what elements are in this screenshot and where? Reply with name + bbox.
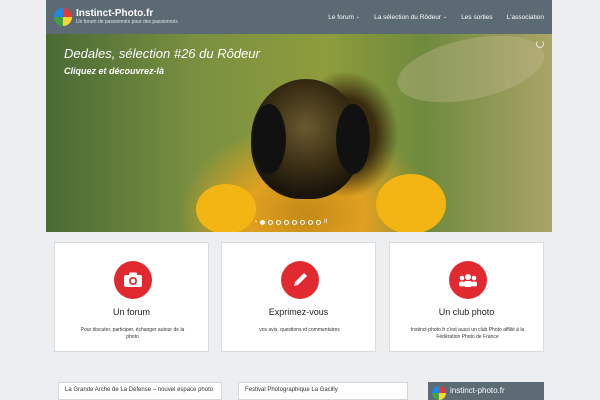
sidebar-widget[interactable]: instinct-photo.fr bbox=[428, 382, 544, 400]
brand-tagline: Un forum de passionnés pour des passionn… bbox=[76, 19, 178, 25]
hero-subtitle[interactable]: Cliquez et découvrez-là bbox=[64, 66, 164, 76]
post-card[interactable]: Festival Photographique La Gacilly bbox=[238, 382, 408, 400]
nav-item-forum[interactable]: Le forum ⌄ bbox=[328, 14, 360, 21]
slider-dot[interactable] bbox=[260, 219, 265, 225]
slider-pause-icon[interactable]: II bbox=[324, 219, 327, 225]
hero-slider[interactable]: Dedales, sélection #26 du Rôdeur Cliquez… bbox=[46, 34, 552, 232]
slider-prev-icon[interactable]: › bbox=[255, 219, 257, 225]
group-icon bbox=[449, 261, 487, 299]
camera-icon bbox=[114, 261, 152, 299]
main-nav: Le forum ⌄ La sélection du Rôdeur ⌄ Les so… bbox=[328, 14, 544, 21]
site-header: Instinct-Photo.fr Un forum de passionnés… bbox=[46, 0, 552, 34]
slider-dot[interactable] bbox=[316, 219, 321, 225]
hero-title[interactable]: Dedales, sélection #26 du Rôdeur bbox=[64, 46, 260, 61]
feature-card-express[interactable]: Exprimez-vous vos avis, questions et com… bbox=[221, 242, 376, 352]
chevron-down-icon: ⌄ bbox=[442, 14, 448, 20]
slider-dot[interactable] bbox=[268, 219, 273, 225]
hero-image-eye bbox=[336, 104, 370, 174]
feature-title: Un forum bbox=[112, 307, 150, 317]
slider-dot[interactable] bbox=[276, 219, 281, 225]
hero-image-wing bbox=[391, 34, 551, 114]
logo-icon bbox=[54, 8, 72, 26]
hero-image-pollen bbox=[376, 174, 446, 232]
slider-dot[interactable] bbox=[300, 219, 305, 225]
slider-dot[interactable] bbox=[284, 219, 289, 225]
feature-title: Exprimez-vous bbox=[268, 307, 329, 317]
slider-dot[interactable] bbox=[308, 219, 313, 225]
post-title[interactable]: La Grande Arche de La Défense – nouvel e… bbox=[65, 387, 213, 393]
feature-card-forum[interactable]: Un forum Pour discuter, participer, écha… bbox=[54, 242, 209, 352]
features-section: Un forum Pour discuter, participer, écha… bbox=[46, 232, 552, 352]
nav-item-sorties[interactable]: Les sorties bbox=[461, 14, 492, 21]
loading-icon bbox=[536, 40, 544, 48]
hero-image-eye bbox=[252, 104, 286, 174]
hero-image-pollen bbox=[196, 184, 256, 232]
slider-controls: › II bbox=[255, 219, 327, 225]
feature-title: Un club photo bbox=[438, 307, 495, 317]
chevron-down-icon: ⌄ bbox=[355, 14, 361, 20]
logo-icon bbox=[432, 386, 446, 400]
site-logo[interactable]: Instinct-Photo.fr Un forum de passionnés… bbox=[54, 8, 178, 26]
post-title[interactable]: Festival Photographique La Gacilly bbox=[245, 387, 338, 393]
slider-dot[interactable] bbox=[292, 219, 297, 225]
brand-title[interactable]: Instinct-Photo.fr bbox=[76, 8, 178, 19]
nav-item-selection[interactable]: La sélection du Rôdeur ⌄ bbox=[374, 14, 447, 21]
nav-item-association[interactable]: L'association bbox=[507, 14, 544, 21]
feature-text: Pour discuter, participer, échanger auto… bbox=[80, 327, 185, 340]
feature-text: vos avis, questions et commentaires bbox=[259, 327, 340, 333]
feature-card-club[interactable]: Un club photo Instinct-photo.fr c'est au… bbox=[389, 242, 544, 352]
widget-label: instinct-photo.fr bbox=[450, 386, 505, 395]
post-card[interactable]: La Grande Arche de La Défense – nouvel e… bbox=[58, 382, 222, 400]
feature-text: Instinct-photo.fr c'est aussi un club Ph… bbox=[410, 327, 525, 340]
pencil-icon bbox=[281, 261, 319, 299]
